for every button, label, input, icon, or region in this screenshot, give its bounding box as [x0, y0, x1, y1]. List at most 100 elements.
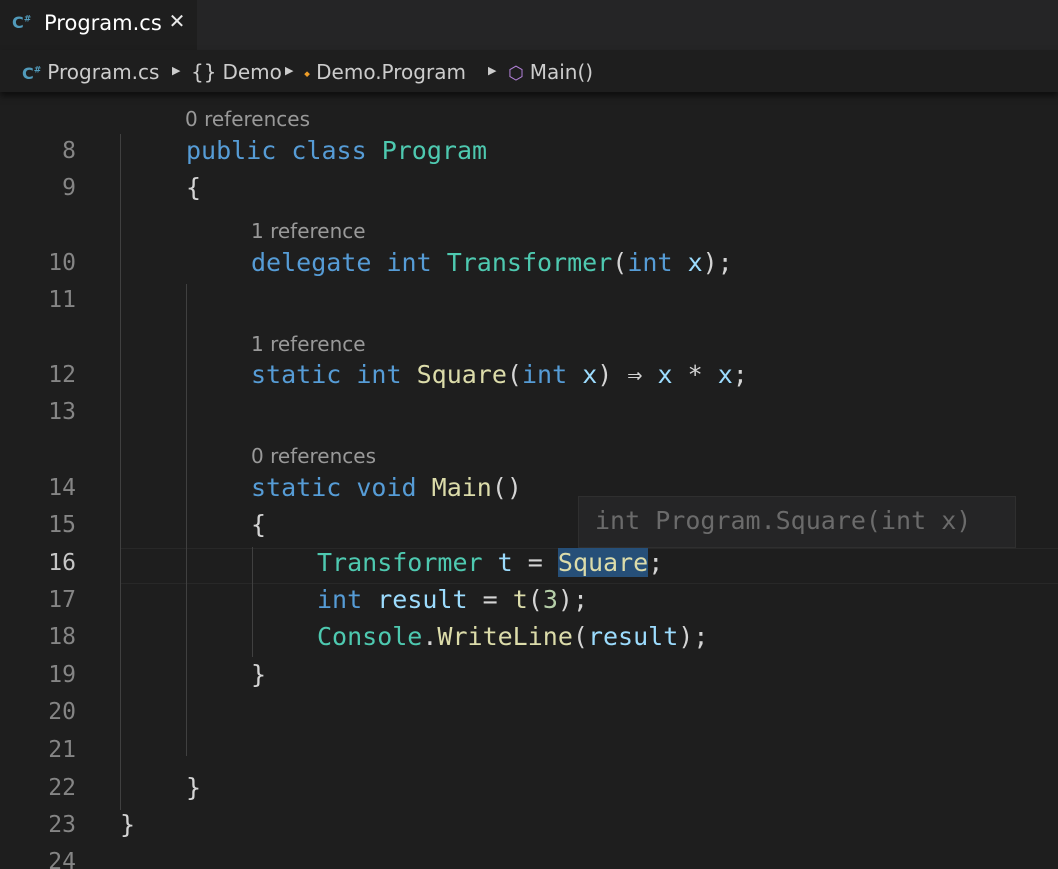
- line-number-active: 16: [48, 550, 76, 576]
- operator: =: [527, 548, 543, 577]
- line-number: 10: [48, 250, 76, 276]
- chevron-right-icon: ▶: [488, 64, 497, 77]
- operator: *: [687, 360, 703, 389]
- hint-keyword: int: [595, 506, 641, 535]
- chevron-right-icon: ▶: [285, 64, 294, 77]
- operator: =: [482, 585, 498, 614]
- tab-label: Program.cs: [44, 11, 162, 35]
- line-number: 17: [48, 587, 76, 613]
- line-number: 13: [48, 399, 76, 425]
- code-line: }: [186, 773, 202, 802]
- keyword: delegate: [251, 248, 372, 277]
- hint-method: Program.Square(: [655, 506, 881, 535]
- breadcrumb-label: Demo.Program: [316, 60, 466, 84]
- line-number: 22: [48, 775, 76, 801]
- indent-guide: [186, 284, 187, 756]
- line-number: 14: [48, 475, 76, 501]
- tab-program-cs[interactable]: C# Program.cs ✕: [0, 0, 197, 50]
- method-name: Square: [416, 360, 507, 389]
- keyword: public class: [186, 136, 367, 165]
- line-number: 19: [48, 662, 76, 688]
- code-line: }: [120, 810, 136, 839]
- line-number: 15: [48, 512, 76, 538]
- breadcrumb-item-namespace[interactable]: {} Demo: [191, 60, 282, 84]
- tab-bar: C# Program.cs ✕: [0, 0, 1058, 50]
- namespace-icon: {}: [191, 60, 217, 84]
- csharp-file-icon: C#: [12, 13, 32, 32]
- chevron-right-icon: ▶: [172, 64, 181, 77]
- variable: result: [587, 622, 679, 651]
- code-lens-references[interactable]: 1 reference: [251, 332, 366, 356]
- code-line: int result = t(3);: [317, 585, 589, 614]
- method-name: t: [512, 585, 528, 614]
- hover-signature-hint: int Program.Square(int x): [578, 496, 1016, 548]
- code-line: Transformer t = Square;: [317, 548, 663, 577]
- punctuation: ;: [732, 360, 748, 389]
- parameter: x: [717, 360, 733, 389]
- code-line: {: [186, 173, 202, 202]
- line-number: 23: [48, 812, 76, 838]
- method-icon: ⬡: [508, 63, 524, 84]
- code-line: Console.WriteLine(result);: [317, 622, 709, 651]
- method-name: WriteLine: [437, 622, 573, 651]
- line-number: 9: [62, 175, 76, 201]
- code-lens-references[interactable]: 0 references: [251, 444, 376, 468]
- indent-guide: [120, 134, 121, 810]
- punctuation: (): [491, 473, 522, 502]
- parameter: x: [582, 360, 598, 389]
- keyword: int: [627, 248, 673, 277]
- csharp-file-icon: C#: [22, 64, 42, 83]
- breadcrumb-item-file[interactable]: C# Program.cs: [22, 60, 159, 84]
- breadcrumb-item-method[interactable]: ⬡ Main(): [508, 60, 593, 84]
- type-name: Console: [317, 622, 423, 651]
- breadcrumb-item-class[interactable]: ⬩ Demo.Program: [304, 60, 466, 84]
- close-icon[interactable]: ✕: [165, 9, 189, 37]
- parameter: x: [687, 248, 703, 277]
- hint-signature: int Program.Square(int x): [595, 506, 971, 535]
- code-line: static int Square(int x) ⇒ x * x;: [251, 360, 748, 389]
- keyword: int: [356, 360, 402, 389]
- hint-parameter: x: [941, 506, 957, 535]
- hint-punctuation: ): [956, 506, 972, 535]
- code-editor[interactable]: 8 9 10 11 12 13 14 15 16 17 18 19 20 21 …: [0, 92, 1058, 869]
- line-number: 20: [48, 699, 76, 725]
- breadcrumb-label: Main(): [529, 60, 594, 84]
- punctuation: );: [557, 585, 589, 614]
- keyword: void: [356, 473, 417, 502]
- type-name: Transformer: [446, 248, 613, 277]
- parameter: x: [657, 360, 673, 389]
- keyword: int: [521, 360, 568, 389]
- line-number: 21: [48, 737, 76, 763]
- indent-guide: [252, 547, 253, 657]
- method-name: Main: [431, 473, 492, 502]
- punctuation: );: [678, 622, 709, 651]
- code-lens-references[interactable]: 1 reference: [251, 219, 366, 243]
- class-icon: ⬩: [304, 64, 311, 84]
- line-number: 24: [48, 849, 76, 869]
- code-line: }: [251, 660, 267, 689]
- keyword: static: [251, 473, 342, 502]
- keyword: int: [317, 585, 363, 614]
- line-number: 8: [62, 138, 76, 164]
- variable: result: [377, 585, 468, 614]
- line-number: 11: [48, 287, 76, 313]
- line-number: 18: [48, 624, 76, 650]
- code-line: {: [251, 510, 267, 539]
- type-name: Transformer: [317, 548, 483, 577]
- punctuation: ;: [648, 548, 664, 577]
- type-name: Program: [381, 136, 488, 165]
- keyword: int: [386, 248, 432, 277]
- punctuation: );: [702, 248, 733, 277]
- line-number: 12: [48, 362, 76, 388]
- keyword: static: [251, 360, 342, 389]
- code-lens-references[interactable]: 0 references: [185, 107, 310, 131]
- variable: t: [497, 548, 513, 577]
- arrow-operator: ⇒: [627, 360, 643, 389]
- code-line: static void Main(): [251, 473, 522, 502]
- breadcrumb: C# Program.cs ▶ {} Demo ▶ ⬩ Demo.Program ▶ …: [0, 50, 1058, 92]
- breadcrumb-label: Demo: [222, 60, 282, 84]
- code-line: delegate int Transformer(int x);: [251, 248, 733, 277]
- breadcrumb-label: Program.cs: [47, 60, 160, 84]
- number-literal: 3: [542, 585, 558, 614]
- method-name-highlighted: Square: [557, 548, 649, 577]
